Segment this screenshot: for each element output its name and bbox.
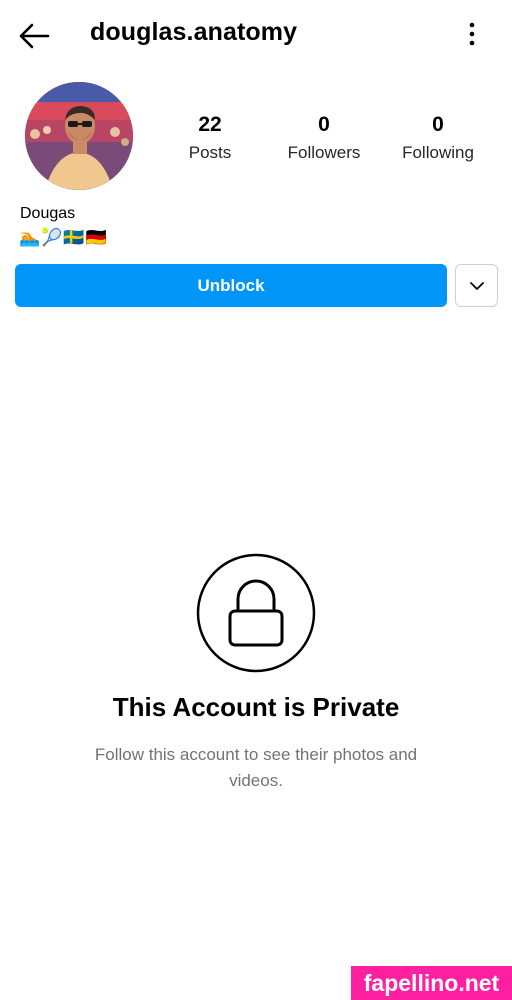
following-label: Following bbox=[402, 143, 474, 162]
followers-label: Followers bbox=[287, 143, 361, 162]
lock-icon bbox=[196, 553, 316, 673]
display-name: Dougas bbox=[20, 205, 76, 222]
private-account-title: This Account is Private bbox=[112, 692, 400, 722]
posts-stat[interactable]: 22 Posts bbox=[150, 112, 270, 166]
unblock-button[interactable]: Unblock bbox=[15, 264, 447, 307]
more-options-icon[interactable] bbox=[458, 18, 486, 50]
chevron-down-icon bbox=[469, 281, 484, 290]
profile-username: douglas.anatomy bbox=[90, 18, 298, 46]
back-arrow-icon[interactable] bbox=[14, 20, 54, 52]
posts-label: Posts bbox=[188, 143, 232, 162]
suggested-dropdown-button[interactable] bbox=[455, 264, 498, 307]
private-account-subtitle: Follow this account to see their photos … bbox=[94, 745, 418, 790]
followers-stat[interactable]: 0 Followers bbox=[264, 112, 384, 166]
following-count: 0 bbox=[432, 113, 444, 136]
posts-count: 22 bbox=[198, 113, 222, 136]
top-bar: douglas.anatomy bbox=[0, 0, 512, 70]
avatar[interactable] bbox=[25, 82, 133, 190]
following-stat[interactable]: 0 Following bbox=[378, 112, 498, 166]
watermark: fapellino.net bbox=[351, 966, 512, 1000]
bio-emojis: 🏊🎾🇸🇪🇩🇪 bbox=[19, 228, 108, 247]
followers-count: 0 bbox=[318, 113, 330, 136]
